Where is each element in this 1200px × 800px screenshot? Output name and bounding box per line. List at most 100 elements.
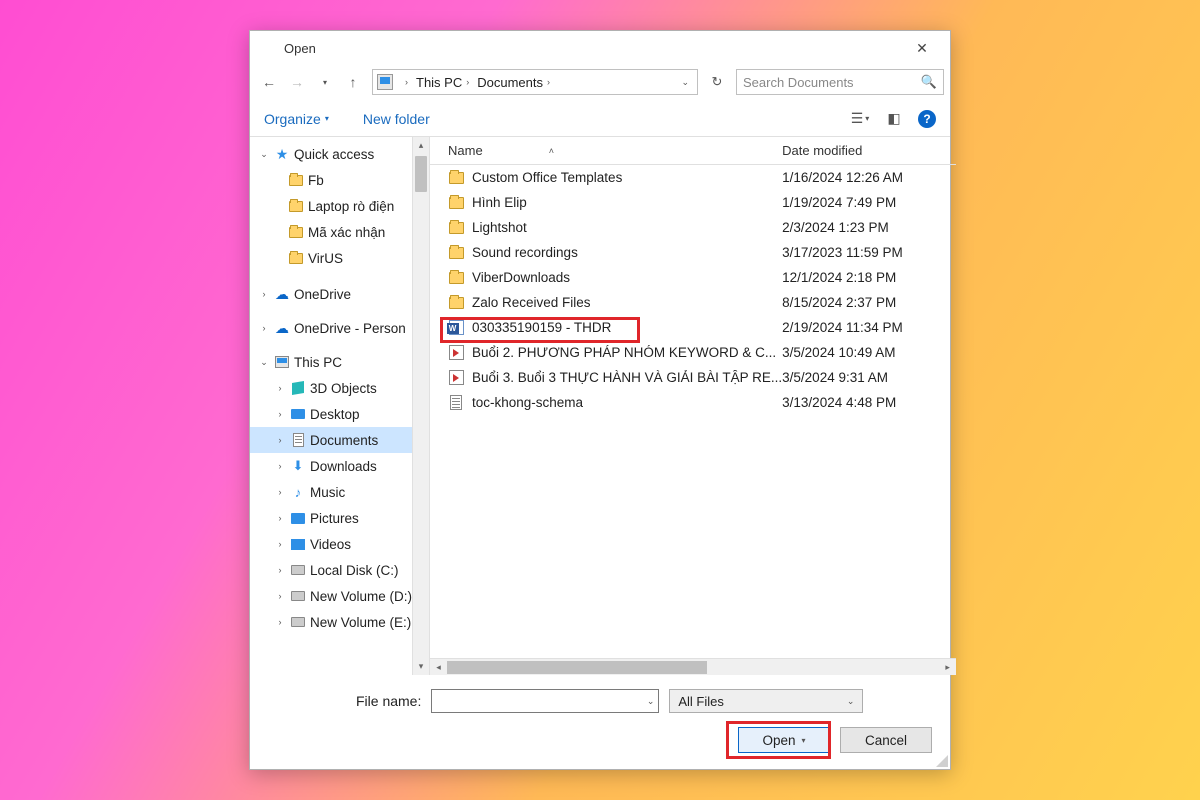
breadcrumb-folder[interactable]: Documents› <box>473 75 554 90</box>
open-button[interactable]: Open▾ <box>738 727 830 753</box>
folder-icon <box>448 295 464 311</box>
file-row[interactable]: toc-khong-schema 3/13/2024 4:48 PM <box>430 390 956 415</box>
folder-icon <box>448 170 464 186</box>
video-icon <box>448 370 464 386</box>
file-row[interactable]: 030335190159 - THDR 2/19/2024 11:34 PM <box>430 315 956 340</box>
cancel-button[interactable]: Cancel <box>840 727 932 753</box>
file-row[interactable]: Lightshot 2/3/2024 1:23 PM <box>430 215 956 240</box>
file-name: 030335190159 - THDR <box>472 320 782 335</box>
scroll-right-icon[interactable]: ▸ <box>939 662 956 673</box>
open-file-dialog: Open ✕ ← → ▾ ↑ › This PC› Documents› ⌄ ↻… <box>249 30 951 770</box>
bottom-panel: File name: ⌄ All Files⌄ Open▾ Cancel <box>250 675 950 769</box>
sidebar-pc-documents[interactable]: ›Documents <box>250 427 412 453</box>
chevron-down-icon[interactable]: ⌄ <box>647 696 655 707</box>
folder-icon <box>448 195 464 211</box>
txt-icon <box>448 395 464 411</box>
video-icon <box>448 345 464 361</box>
new-folder-button[interactable]: New folder <box>363 111 430 127</box>
close-button[interactable]: ✕ <box>902 34 942 62</box>
sidebar-qa-item[interactable]: VirUS <box>250 245 412 271</box>
file-row[interactable]: Hình Elip 1/19/2024 7:49 PM <box>430 190 956 215</box>
file-row[interactable]: Buổi 3. Buổi 3 THỰC HÀNH VÀ GIẢI BÀI TẬP… <box>430 365 956 390</box>
chevron-down-icon[interactable]: ⌄ <box>847 696 855 707</box>
file-name: Hình Elip <box>472 195 782 210</box>
scroll-down-icon[interactable]: ▾ <box>413 658 429 675</box>
file-date: 1/19/2024 7:49 PM <box>782 195 956 210</box>
help-button[interactable]: ? <box>918 110 936 128</box>
sidebar-pc-item[interactable]: ›New Volume (D:) <box>250 583 412 609</box>
sidebar-pc-item[interactable]: ›3D Objects <box>250 375 412 401</box>
nav-row: ← → ▾ ↑ › This PC› Documents› ⌄ ↻ Search… <box>250 65 950 99</box>
column-name[interactable]: Name <box>448 143 483 158</box>
sidebar-pc-item[interactable]: ›New Volume (E:) <box>250 609 412 635</box>
search-icon: 🔍 <box>921 74 937 90</box>
search-input[interactable]: Search Documents 🔍 <box>736 69 944 95</box>
sidebar-quick-access[interactable]: ⌄★Quick access <box>250 141 412 167</box>
scroll-thumb[interactable] <box>415 156 427 192</box>
file-name: toc-khong-schema <box>472 395 782 410</box>
sidebar-qa-item[interactable]: Fb <box>250 167 412 193</box>
file-date: 3/5/2024 10:49 AM <box>782 345 956 360</box>
sidebar-onedrive[interactable]: ›☁OneDrive <box>250 281 412 307</box>
sidebar: ⌄★Quick access Fb Laptop rò điện Mã xác … <box>250 137 430 675</box>
file-type-filter[interactable]: All Files⌄ <box>669 689 863 713</box>
file-date: 2/19/2024 11:34 PM <box>782 320 956 335</box>
column-date[interactable]: Date modified <box>782 143 956 158</box>
hscroll-thumb[interactable] <box>447 661 707 674</box>
filename-label: File name: <box>356 693 421 709</box>
scroll-up-icon[interactable]: ▴ <box>413 137 429 154</box>
address-bar[interactable]: › This PC› Documents› ⌄ <box>372 69 698 95</box>
refresh-button[interactable]: ↻ <box>704 69 730 95</box>
sidebar-pc-item[interactable]: ›⬇Downloads <box>250 453 412 479</box>
view-mode-button[interactable]: ☰▾ <box>850 110 870 128</box>
file-name: Custom Office Templates <box>472 170 782 185</box>
file-name: ViberDownloads <box>472 270 782 285</box>
up-button[interactable]: ↑ <box>340 69 366 95</box>
sidebar-pc-item[interactable]: ›Desktop <box>250 401 412 427</box>
titlebar: Open ✕ <box>250 31 950 65</box>
sidebar-qa-item[interactable]: Mã xác nhận <box>250 219 412 245</box>
forward-button[interactable]: → <box>284 69 310 95</box>
file-date: 3/13/2024 4:48 PM <box>782 395 956 410</box>
horizontal-scrollbar[interactable]: ◂ ▸ <box>430 658 956 675</box>
file-row[interactable]: Buổi 2. PHƯƠNG PHÁP NHÓM KEYWORD & C... … <box>430 340 956 365</box>
sidebar-scrollbar[interactable]: ▴ ▾ <box>412 137 429 675</box>
file-row[interactable]: ViberDownloads 12/1/2024 2:18 PM <box>430 265 956 290</box>
file-date: 1/16/2024 12:26 AM <box>782 170 956 185</box>
file-list[interactable]: Custom Office Templates 1/16/2024 12:26 … <box>430 165 956 658</box>
file-name: Buổi 2. PHƯƠNG PHÁP NHÓM KEYWORD & C... <box>472 345 782 360</box>
sidebar-qa-item[interactable]: Laptop rò điện <box>250 193 412 219</box>
folder-icon <box>448 270 464 286</box>
address-dropdown-icon[interactable]: ⌄ <box>681 77 693 88</box>
sidebar-pc-item[interactable]: ›Videos <box>250 531 412 557</box>
chrome-icon <box>258 39 276 57</box>
file-name: Lightshot <box>472 220 782 235</box>
preview-pane-button[interactable]: ◧ <box>884 110 904 128</box>
toolbar: Organize▾ New folder ☰▾ ◧ ? <box>250 101 950 137</box>
scroll-left-icon[interactable]: ◂ <box>430 662 447 673</box>
file-row[interactable]: Zalo Received Files 8/15/2024 2:37 PM <box>430 290 956 315</box>
sidebar-pc-item[interactable]: ›Local Disk (C:) <box>250 557 412 583</box>
resize-grip[interactable] <box>934 753 948 767</box>
dialog-title: Open <box>284 41 316 56</box>
filename-input[interactable]: ⌄ <box>431 689 659 713</box>
file-pane: Name˄ Date modified Custom Office Templa… <box>430 137 956 675</box>
sidebar-onedrive-personal[interactable]: ›☁OneDrive - Person <box>250 315 412 341</box>
sidebar-pc-item[interactable]: ›♪Music <box>250 479 412 505</box>
organize-menu[interactable]: Organize▾ <box>264 111 329 127</box>
word-icon <box>448 320 464 336</box>
breadcrumb-root[interactable]: This PC› <box>412 75 473 90</box>
file-date: 12/1/2024 2:18 PM <box>782 270 956 285</box>
sidebar-this-pc[interactable]: ⌄This PC <box>250 349 412 375</box>
back-button[interactable]: ← <box>256 69 282 95</box>
pc-icon <box>377 74 393 90</box>
file-row[interactable]: Sound recordings 3/17/2023 11:59 PM <box>430 240 956 265</box>
file-date: 3/17/2023 11:59 PM <box>782 245 956 260</box>
recent-dropdown[interactable]: ▾ <box>312 69 338 95</box>
file-name: Sound recordings <box>472 245 782 260</box>
sidebar-pc-item[interactable]: ›Pictures <box>250 505 412 531</box>
folder-icon <box>448 245 464 261</box>
file-row[interactable]: Custom Office Templates 1/16/2024 12:26 … <box>430 165 956 190</box>
column-headers[interactable]: Name˄ Date modified <box>430 137 956 165</box>
folder-icon <box>448 220 464 236</box>
